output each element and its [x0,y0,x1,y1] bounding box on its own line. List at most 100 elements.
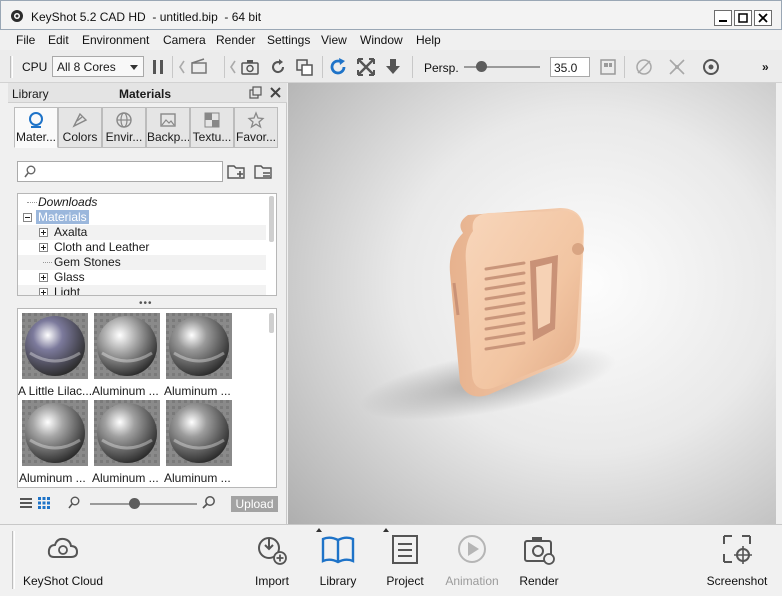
library-button[interactable]: Library [312,531,364,588]
tab-backplates[interactable]: Backp... [146,107,190,148]
fov-input[interactable]: 35.0 [550,57,590,77]
project-label: Project [386,574,424,588]
material-thumbnail[interactable] [166,313,232,379]
menu-camera[interactable]: Camera [163,33,206,47]
tab-label: Backp... [147,130,190,144]
material-thumbnail[interactable] [22,313,88,379]
upload-button[interactable]: Upload [231,496,278,512]
expand-icon[interactable] [39,243,48,252]
material-thumbnail[interactable] [94,313,160,379]
list-view-icon[interactable] [20,497,32,509]
render-viewport[interactable] [288,83,776,524]
tree-connector [43,262,52,263]
import-button[interactable]: Import [246,531,298,588]
menu-help[interactable]: Help [416,33,441,47]
thumbnail-caption: Aluminum ... [92,471,159,485]
toolbar-grip[interactable] [10,56,13,78]
float-panel-icon[interactable] [249,86,262,99]
screenshot-button[interactable]: Screenshot [702,531,772,588]
fov-slider-thumb[interactable] [475,61,487,72]
tab-textures[interactable]: Textu... [190,107,234,148]
refresh-icon[interactable] [268,57,288,77]
thumbnail-zoom-thumb[interactable] [129,498,141,509]
menu-window[interactable]: Window [360,33,403,47]
render-button[interactable]: Render [513,531,565,588]
cloud-icon [45,531,81,567]
camera-screenshot-icon[interactable] [240,57,260,77]
collapse-icon[interactable] [23,213,32,222]
material-thumbnail[interactable] [22,400,88,466]
drop-icon[interactable] [383,57,403,77]
library-search[interactable] [17,161,223,182]
tab-environments[interactable]: Envir... [102,107,146,148]
close-panel-icon[interactable] [269,86,282,99]
turntable-icon[interactable] [634,57,654,77]
render-region-icon[interactable] [598,57,618,77]
animation-icon [454,531,490,567]
tree-item-label: Axalta [54,225,88,239]
tree-item-gem-stones[interactable]: Gem Stones [18,255,266,270]
animation-label: Animation [445,574,499,588]
tree-item-label: Downloads [38,195,98,209]
tree-item-cloth-and-leather[interactable]: Cloth and Leather [18,240,266,255]
cores-select[interactable]: All 8 Cores [52,56,144,77]
tree-item-light[interactable]: Light [18,285,266,295]
expand-icon[interactable] [39,288,48,295]
pause-icon[interactable] [148,57,168,77]
thumbnails-scrollbar[interactable] [269,313,274,333]
toolbar-separator [624,56,625,78]
tree-item-materials[interactable]: Materials [18,210,266,225]
thumbnail-caption: Aluminum ... [164,471,231,485]
render-label: Render [519,574,559,588]
fit-icon[interactable] [356,57,376,77]
colors-icon [71,111,89,129]
search-input[interactable] [38,164,218,179]
material-thumbnail[interactable] [94,400,160,466]
tree-scrollbar[interactable] [269,196,274,242]
toolbar-separator [322,56,323,78]
animation-button[interactable]: Animation [440,531,504,588]
tab-materials[interactable]: Mater... [14,107,58,148]
menu-edit[interactable]: Edit [48,33,69,47]
folder-options-icon[interactable] [254,162,272,180]
geometry-icon[interactable] [667,57,687,77]
add-folder-icon[interactable] [227,162,245,180]
maximize-button[interactable] [734,10,752,26]
perf-icon[interactable] [701,57,721,77]
library-header: Materials [119,87,172,101]
environments-icon [115,111,133,129]
keyshot-app-icon[interactable] [10,9,24,23]
expand-icon[interactable] [39,228,48,237]
library-panel-title: Library [12,87,49,101]
menu-view[interactable]: View [321,33,347,47]
menu-settings[interactable]: Settings [267,33,310,47]
expand-icon[interactable] [39,273,48,282]
keyshot-cloud-button[interactable]: KeyShot Cloud [20,531,106,588]
tree-item-axalta[interactable]: Axalta [18,225,266,240]
menu-render[interactable]: Render [216,33,255,47]
grid-view-icon[interactable] [38,497,50,509]
toolbar-separator [172,56,173,78]
project-button[interactable]: Project [379,531,431,588]
close-button[interactable] [754,10,772,26]
minimize-button[interactable] [714,10,732,26]
bottom-bar-grip[interactable] [12,531,15,589]
tree-item-label: Gem Stones [54,255,121,269]
material-thumbnail[interactable] [166,400,232,466]
screenshot-label: Screenshot [706,574,768,588]
zoom-out-icon[interactable] [68,496,80,509]
tab-colors[interactable]: Colors [58,107,102,148]
tab-favorites[interactable]: Favor... [234,107,278,148]
menu-environment[interactable]: Environment [82,33,149,47]
tree-item-glass[interactable]: Glass [18,270,266,285]
persp-label: Persp. [424,61,459,75]
reload-blue-icon[interactable] [328,57,348,77]
thumbnail-zoom-slider[interactable] [90,503,197,505]
movie-icon[interactable] [190,57,210,77]
overflow-chevron-icon[interactable]: » [762,60,769,74]
thumbnail-caption: Aluminum ... [19,471,86,485]
tree-item-downloads[interactable]: Downloads [18,195,266,210]
zoom-in-icon[interactable] [202,496,215,509]
scene-icon[interactable] [294,57,314,77]
menu-file[interactable]: File [16,33,35,47]
